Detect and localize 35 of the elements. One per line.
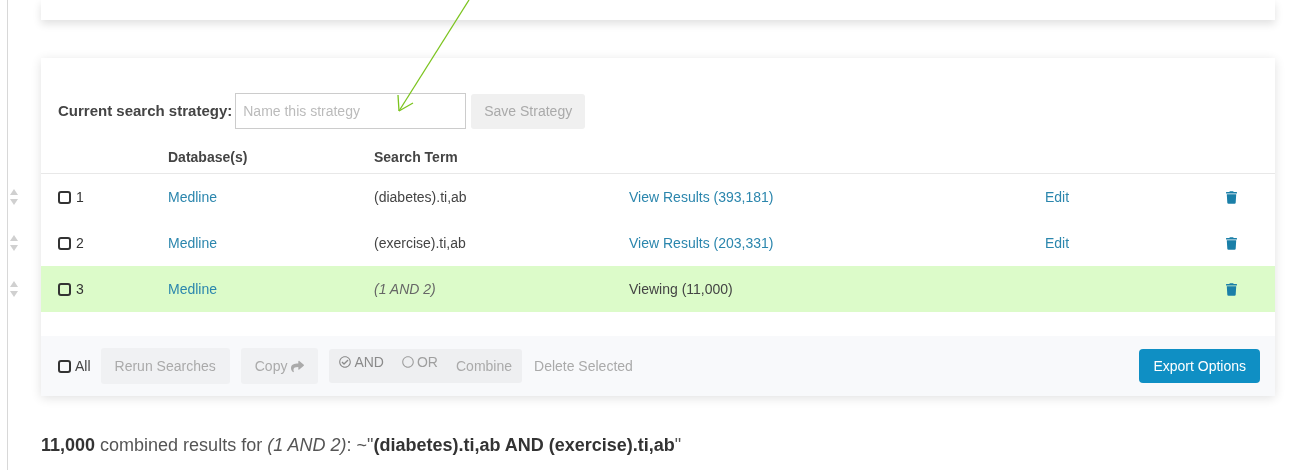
row-number: 3	[76, 279, 84, 299]
search-term: (exercise).ti,ab	[374, 234, 466, 251]
strategy-label: Current search strategy:	[58, 100, 233, 121]
trash-icon[interactable]	[1226, 236, 1237, 250]
trash-icon[interactable]	[1226, 190, 1237, 204]
operator-radio[interactable]: AND	[339, 351, 384, 373]
search-term: (diabetes).ti,ab	[374, 188, 467, 205]
database-link[interactable]: Medline	[168, 234, 218, 251]
checkbox[interactable]	[58, 282, 71, 296]
trash-icon[interactable]	[1226, 282, 1237, 296]
checkbox[interactable]	[58, 236, 71, 250]
view-results-link[interactable]: View Results (203,331)	[629, 234, 774, 251]
database-link[interactable]: Medline	[168, 188, 218, 205]
search-term: (1 AND 2)	[374, 280, 436, 297]
edit-link[interactable]: Edit	[1045, 188, 1070, 205]
operator-radio[interactable]: OR	[402, 351, 438, 373]
row-number: 2	[76, 233, 84, 253]
edit-link[interactable]: Edit	[1045, 234, 1070, 251]
checkbox[interactable]	[58, 190, 71, 204]
combined-results-summary: 11,000 combined results for (1 AND 2): ~"(diabetes).ti,ab AND (exercise).ti,ab"	[41, 434, 683, 457]
checkbox[interactable]	[58, 359, 71, 373]
share-arrow-icon	[291, 359, 305, 373]
drag-handle-icon[interactable]	[9, 280, 19, 298]
column-header: Search Term	[374, 147, 458, 167]
strategy-name-field[interactable]: Name this strategy	[235, 93, 467, 129]
view-results-link[interactable]: View Results (393,181)	[629, 188, 774, 205]
save-strategy-button[interactable]: Save Strategy	[471, 93, 586, 129]
export-options-button[interactable]: Export Options	[1139, 349, 1260, 383]
row-number: 1	[76, 187, 84, 207]
column-header: Database(s)	[168, 147, 249, 167]
viewing-count: Viewing (11,000)	[629, 280, 733, 297]
select-all-label[interactable]: All	[75, 355, 91, 377]
database-link[interactable]: Medline	[168, 280, 218, 297]
drag-handle-icon[interactable]	[9, 234, 19, 252]
drag-handle-icon[interactable]	[9, 188, 19, 206]
